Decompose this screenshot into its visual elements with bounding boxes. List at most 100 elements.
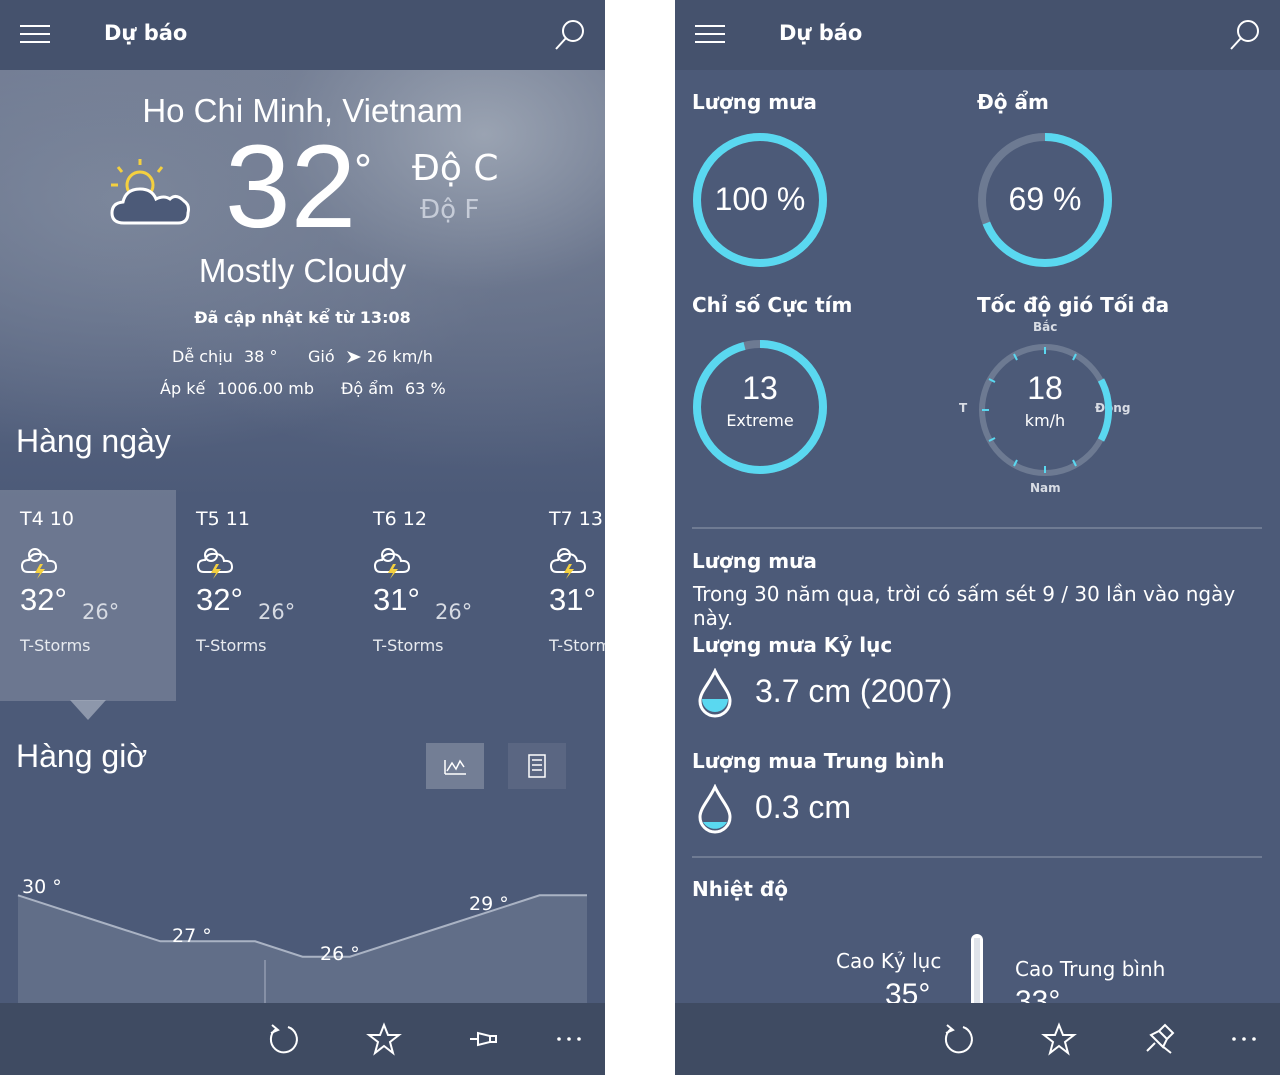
- feels-like-value: 38 °: [244, 347, 278, 366]
- day-low: 26°: [82, 600, 120, 624]
- star-icon[interactable]: [1041, 1021, 1077, 1057]
- uv-desc: Extreme: [726, 411, 794, 430]
- chart-view-toggle[interactable]: [426, 743, 484, 789]
- hourly-label: 30 °: [22, 876, 62, 898]
- hourly-chart: 30 ° 27 ° 26 ° 29 °: [17, 876, 587, 1010]
- refresh-icon[interactable]: [941, 1021, 977, 1057]
- avg-rain-title: Lượng mua Trung bình: [692, 749, 945, 773]
- current-condition: Mostly Cloudy: [198, 252, 407, 289]
- hamburger-icon[interactable]: [20, 25, 50, 45]
- wind-label: Gió: [308, 347, 335, 366]
- thunderstorm-icon: [549, 548, 587, 579]
- pressure-label: Áp kế: [160, 379, 206, 398]
- compass-south: Nam: [1030, 481, 1061, 495]
- day-condition: T-Storms: [549, 636, 605, 655]
- star-icon[interactable]: [366, 1021, 402, 1057]
- unpin-icon[interactable]: [1141, 1021, 1177, 1057]
- day-label: T5 11: [196, 508, 250, 530]
- daily-title: Hàng ngày: [16, 423, 171, 459]
- day-high: 32°: [20, 582, 67, 617]
- precip-value: 100 %: [714, 181, 806, 217]
- bottom-app-bar: [0, 1003, 605, 1075]
- day-label: T4 10: [20, 508, 74, 530]
- day-card[interactable]: T4 10 32° 26° T-Storms: [0, 490, 176, 701]
- record-rain-value: 3.7 cm (2007): [755, 673, 953, 709]
- day-label: T6 12: [373, 508, 427, 530]
- hourly-label: 26 °: [320, 943, 360, 965]
- wind-title: Tốc độ gió Tối đa: [977, 293, 1170, 317]
- search-icon[interactable]: [1228, 18, 1262, 52]
- thunderstorm-icon: [373, 548, 411, 579]
- unit-celsius-toggle[interactable]: Độ C: [412, 148, 499, 189]
- uv-gauge-fill: [693, 340, 827, 474]
- current-temp: 32: [225, 121, 357, 253]
- app-title: Dự báo: [779, 21, 863, 45]
- temperature-title: Nhiệt độ: [692, 877, 788, 901]
- pin-icon[interactable]: [466, 1021, 502, 1057]
- wind-value: 26 km/h: [367, 347, 433, 366]
- rain-history-title: Lượng mưa: [692, 549, 817, 573]
- droplet-icon: [698, 784, 732, 834]
- list-view-toggle[interactable]: [508, 743, 566, 789]
- humidity-title: Độ ẩm: [977, 90, 1049, 114]
- search-icon[interactable]: [553, 18, 587, 52]
- feels-like-label: Dễ chịu: [172, 347, 233, 366]
- day-card[interactable]: T7 13 31° T-Storms: [529, 490, 605, 701]
- hourly-title: Hàng giờ: [16, 738, 148, 774]
- rain-history-text: Trong 30 năm qua, trời có sấm sét 9 / 30…: [693, 582, 1236, 630]
- uv-value: 13: [742, 370, 778, 406]
- day-high: 31°: [373, 582, 420, 617]
- record-high-label: Cao Kỷ lục: [836, 949, 942, 973]
- day-card[interactable]: T6 12 31° 26° T-Storms: [353, 490, 529, 701]
- more-icon[interactable]: [1226, 1021, 1262, 1057]
- humidity-value: 63 %: [405, 379, 446, 398]
- day-condition: T-Storms: [20, 636, 91, 655]
- wind-compass: [979, 344, 1113, 476]
- day-label: T7 13: [549, 508, 603, 530]
- avg-rain-value: 0.3 cm: [755, 789, 852, 825]
- pressure-value: 1006.00 mb: [217, 379, 314, 398]
- bottom-app-bar: [675, 1003, 1280, 1075]
- wind-value: 18: [1027, 370, 1063, 406]
- degree-symbol: °: [353, 148, 373, 194]
- wind-direction-icon: [347, 351, 361, 363]
- app-title: Dự báo: [104, 21, 188, 45]
- wind-unit: km/h: [1024, 411, 1066, 430]
- humidity-label: Độ ẩm: [341, 379, 394, 398]
- app-bar: Dự báo: [0, 0, 605, 70]
- precip-title: Lượng mưa: [692, 90, 817, 114]
- unit-fahrenheit-toggle[interactable]: Độ F: [420, 195, 479, 225]
- section-divider: [692, 856, 1262, 858]
- list-icon: [528, 754, 546, 778]
- day-low: 26°: [435, 600, 473, 624]
- day-card[interactable]: T5 11 32° 26° T-Storms: [176, 490, 352, 701]
- droplet-icon: [698, 668, 732, 718]
- more-icon[interactable]: [551, 1021, 587, 1057]
- chart-icon: [444, 759, 466, 775]
- avg-high-label: Cao Trung bình: [1015, 957, 1166, 981]
- hourly-label: 29 °: [469, 893, 509, 915]
- record-rain-title: Lượng mưa Kỷ lục: [692, 633, 893, 657]
- app-bar: Dự báo: [675, 0, 1280, 70]
- day-high: 31°: [549, 582, 596, 617]
- humidity-value: 69 %: [1008, 181, 1082, 217]
- uv-gauge: [693, 340, 827, 474]
- forecast-screen-left: Dự báo Ho Chi Minh, Vietnam 32 ° Độ C Độ…: [0, 0, 605, 1075]
- thunderstorm-icon: [20, 548, 58, 579]
- partly-sunny-icon: [110, 159, 190, 225]
- compass-west: T: [959, 401, 968, 415]
- day-condition: T-Storms: [373, 636, 444, 655]
- day-condition: T-Storms: [196, 636, 267, 655]
- day-low: 26°: [258, 600, 296, 624]
- updated-time: Đã cập nhật kể từ 13:08: [194, 308, 411, 327]
- section-divider: [692, 527, 1262, 529]
- thunderstorm-icon: [196, 548, 234, 579]
- compass-north: Bắc: [1033, 320, 1058, 334]
- hamburger-icon[interactable]: [695, 25, 725, 45]
- forecast-screen-right: Dự báo Lượng mưa Độ ẩm 100 % 69 % Chỉ số…: [675, 0, 1280, 1075]
- uv-title: Chỉ số Cực tím: [692, 293, 853, 317]
- day-high: 32°: [196, 582, 243, 617]
- thermometer-icon: [971, 934, 983, 1012]
- refresh-icon[interactable]: [266, 1021, 302, 1057]
- selected-day-pointer: [70, 700, 106, 720]
